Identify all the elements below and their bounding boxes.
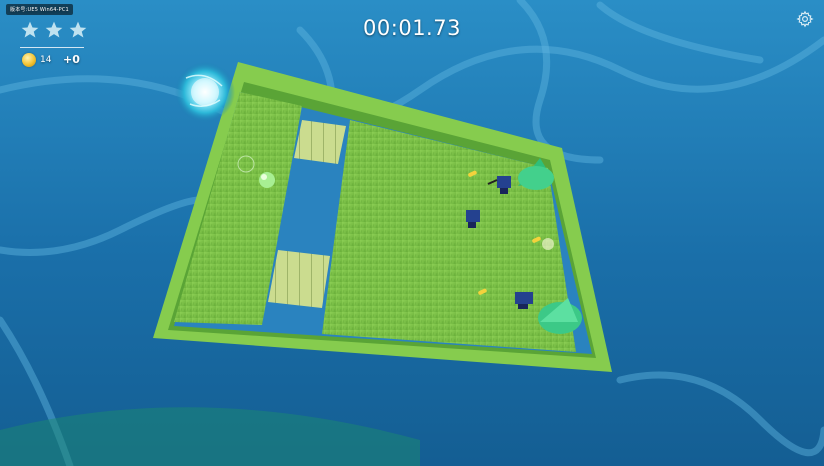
gear-icon[interactable] <box>796 10 814 28</box>
coin-counter: 14 <box>22 53 51 67</box>
bonus-score: +0 <box>63 53 80 66</box>
coin-icon <box>22 53 36 67</box>
portal-effect <box>175 62 235 122</box>
coin-count: 14 <box>40 55 52 65</box>
hud-divider <box>20 47 84 48</box>
build-version-tag: 版本号:UE5 Win64-PC1 <box>6 4 73 15</box>
bridge-bottom <box>268 250 330 308</box>
game-scene <box>0 0 824 466</box>
bridge-top <box>294 120 346 164</box>
level-timer: 00:01.73 <box>363 16 461 40</box>
